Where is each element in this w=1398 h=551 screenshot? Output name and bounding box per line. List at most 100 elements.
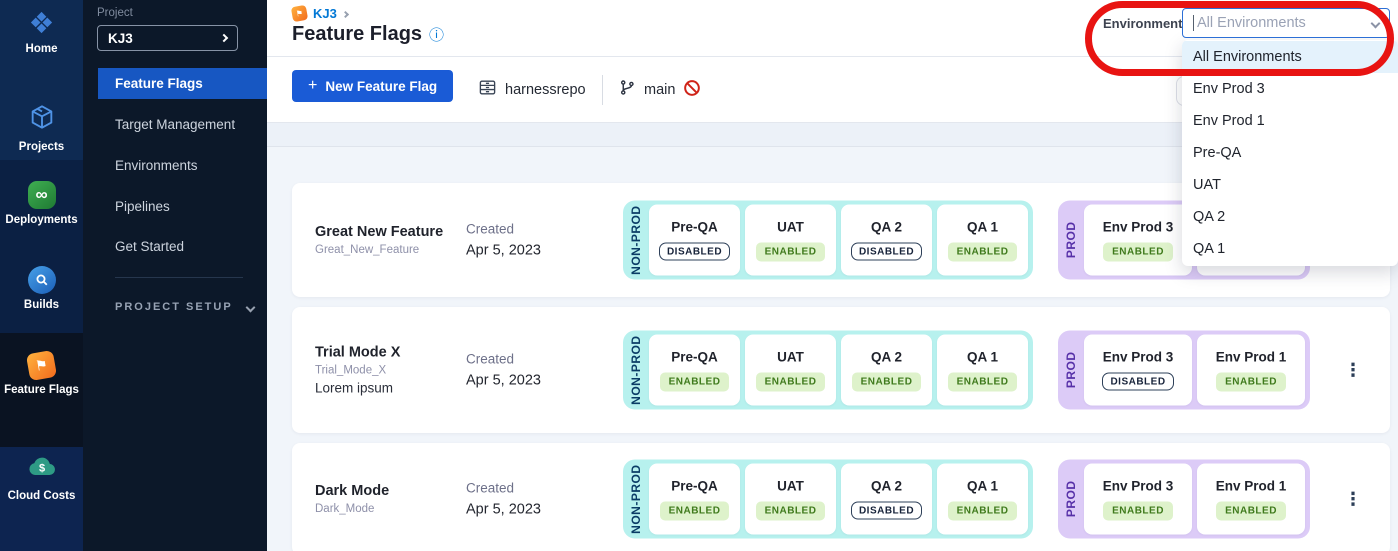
- sidebar-item-label: Home: [26, 43, 58, 55]
- environment-card[interactable]: Env Prod 1 ENABLED: [1197, 464, 1305, 535]
- environment-card[interactable]: Pre-QA ENABLED: [649, 335, 740, 406]
- dropdown-option[interactable]: All Environments: [1182, 41, 1398, 73]
- flag-name-link[interactable]: Trial Mode X: [315, 345, 461, 361]
- chevron-right-icon: [342, 10, 349, 17]
- flag-name-link[interactable]: Great New Feature: [315, 224, 461, 240]
- environment-name: Pre-QA: [671, 478, 718, 493]
- environment-state-badge: DISABLED: [851, 502, 922, 520]
- dropdown-option[interactable]: Env Prod 1: [1182, 105, 1398, 137]
- sidebar-item-home[interactable]: ❖ Home: [0, 10, 83, 55]
- environment-card[interactable]: QA 2 ENABLED: [841, 335, 932, 406]
- environment-select[interactable]: All Environments: [1182, 8, 1390, 38]
- flag-row: Dark Mode Dark_Mode Created Apr 5, 2023 …: [292, 443, 1390, 551]
- environment-state-badge: ENABLED: [1103, 501, 1173, 520]
- environment-name: QA 1: [967, 478, 998, 493]
- chevron-down-icon: [1371, 18, 1381, 28]
- breadcrumb-project-link[interactable]: KJ3: [313, 6, 337, 21]
- dropdown-option[interactable]: UAT: [1182, 169, 1398, 201]
- sidebar-item-pipelines[interactable]: Pipelines: [115, 199, 170, 214]
- flag-created: Created Apr 5, 2023: [466, 352, 541, 389]
- environment-name: UAT: [777, 349, 804, 364]
- sidebar-item-cloud-costs[interactable]: $ Cloud Costs: [0, 454, 83, 502]
- page-title: Feature Flags: [292, 23, 422, 46]
- sidebar-item-environments[interactable]: Environments: [115, 158, 198, 173]
- sidebar-item-label: Projects: [19, 141, 64, 153]
- sidebar-item-builds[interactable]: Builds: [0, 266, 83, 311]
- environment-state-badge: ENABLED: [948, 372, 1018, 391]
- prod-label: PROD: [1058, 481, 1084, 518]
- environment-card[interactable]: QA 1 ENABLED: [937, 464, 1028, 535]
- environment-card[interactable]: UAT ENABLED: [745, 335, 836, 406]
- environment-select-value: All Environments: [1197, 15, 1372, 31]
- environment-card[interactable]: QA 2 DISABLED: [841, 464, 932, 535]
- environment-name: UAT: [777, 478, 804, 493]
- sidebar-item-projects[interactable]: Projects: [0, 103, 83, 153]
- breadcrumb: ⚑ KJ3: [292, 6, 348, 21]
- environment-card[interactable]: UAT ENABLED: [745, 205, 836, 276]
- environment-name: QA 2: [871, 479, 902, 494]
- environment-name: Env Prod 1: [1216, 478, 1287, 493]
- environment-card[interactable]: QA 2 DISABLED: [841, 205, 932, 276]
- created-date: Apr 5, 2023: [466, 243, 541, 259]
- environment-name: QA 2: [871, 220, 902, 235]
- environment-state-badge: ENABLED: [948, 501, 1018, 520]
- environment-name: QA 1: [967, 219, 998, 234]
- environment-state-badge: ENABLED: [660, 501, 730, 520]
- sidebar-item-deployments[interactable]: ∞ Deployments: [0, 181, 83, 226]
- dropdown-option[interactable]: QA 2: [1182, 201, 1398, 233]
- repo-selector[interactable]: harnessrepo: [478, 57, 586, 123]
- non-prod-cards: Pre-QA ENABLED UAT ENABLED QA 2 DI: [649, 464, 1028, 535]
- dropdown-option[interactable]: Pre-QA: [1182, 137, 1398, 169]
- environment-card[interactable]: Pre-QA DISABLED: [649, 205, 740, 276]
- cloud-costs-icon: $: [27, 454, 57, 485]
- flag-info: Trial Mode X Trial_Mode_X Lorem ipsum: [315, 345, 461, 396]
- flag-name-link[interactable]: Dark Mode: [315, 483, 461, 499]
- sidebar-item-target-management[interactable]: Target Management: [115, 117, 235, 132]
- environment-card[interactable]: Env Prod 1 ENABLED: [1197, 335, 1305, 406]
- created-date: Apr 5, 2023: [466, 502, 541, 518]
- environment-card[interactable]: QA 1 ENABLED: [937, 335, 1028, 406]
- prod-label: PROD: [1058, 352, 1084, 389]
- sidebar-item-get-started[interactable]: Get Started: [115, 239, 184, 254]
- environment-state-badge: ENABLED: [948, 242, 1018, 261]
- svg-text:$: $: [38, 463, 44, 475]
- kebab-menu-icon[interactable]: ⋮: [1344, 361, 1362, 379]
- non-prod-cards: Pre-QA ENABLED UAT ENABLED QA 2 EN: [649, 335, 1028, 406]
- sync-error-icon[interactable]: [683, 79, 701, 102]
- prod-section: PROD Env Prod 3 ENABLED Env Prod 1 ENABL…: [1058, 460, 1310, 539]
- git-branch-icon: [619, 79, 636, 101]
- non-prod-cards: Pre-QA DISABLED UAT ENABLED QA 2 D: [649, 205, 1028, 276]
- sidebar-item-feature-flags[interactable]: ⚑ Feature Flags: [0, 352, 83, 396]
- dropdown-option[interactable]: Env Prod 3: [1182, 73, 1398, 105]
- feature-flags-icon: ⚑: [26, 350, 57, 381]
- environment-state-badge: ENABLED: [756, 501, 826, 520]
- prod-cards: Env Prod 3 DISABLED Env Prod 1 ENABLED: [1084, 335, 1305, 406]
- created-label: Created: [466, 222, 541, 237]
- divider: [115, 277, 243, 278]
- environment-name: Env Prod 1: [1216, 349, 1287, 364]
- deployments-icon: ∞: [28, 181, 56, 209]
- sidebar-item-label: Deployments: [5, 214, 77, 226]
- new-feature-flag-button[interactable]: + New Feature Flag: [292, 70, 453, 102]
- project-selector[interactable]: KJ3: [97, 25, 238, 51]
- environment-state-badge: DISABLED: [851, 243, 922, 261]
- non-prod-section: NON-PROD Pre-QA DISABLED UAT ENABLED: [623, 201, 1033, 280]
- project-setup-toggle[interactable]: PROJECT SETUP: [115, 301, 254, 313]
- sidebar-item-feature-flags-menu[interactable]: Feature Flags: [98, 68, 267, 99]
- prod-cards: Env Prod 3 ENABLED Env Prod 1 ENABLED: [1084, 464, 1305, 535]
- info-icon[interactable]: ⓘ: [429, 24, 444, 45]
- dropdown-option[interactable]: QA 1: [1182, 233, 1398, 265]
- environment-name: UAT: [777, 219, 804, 234]
- sidebar-item-label: Feature Flags: [4, 384, 79, 396]
- sidebar-item-label: Builds: [24, 299, 59, 311]
- environment-card[interactable]: Env Prod 3 DISABLED: [1084, 335, 1192, 406]
- environment-card[interactable]: Env Prod 3 ENABLED: [1084, 464, 1192, 535]
- environment-card[interactable]: Pre-QA ENABLED: [649, 464, 740, 535]
- environment-card[interactable]: UAT ENABLED: [745, 464, 836, 535]
- branch-name: main: [644, 82, 675, 98]
- non-prod-section: NON-PROD Pre-QA ENABLED UAT ENABLED: [623, 460, 1033, 539]
- kebab-menu-icon[interactable]: ⋮: [1344, 490, 1362, 508]
- environment-card[interactable]: QA 1 ENABLED: [937, 205, 1028, 276]
- environment-card[interactable]: Env Prod 3 ENABLED: [1084, 205, 1192, 276]
- branch-selector[interactable]: main: [619, 57, 701, 123]
